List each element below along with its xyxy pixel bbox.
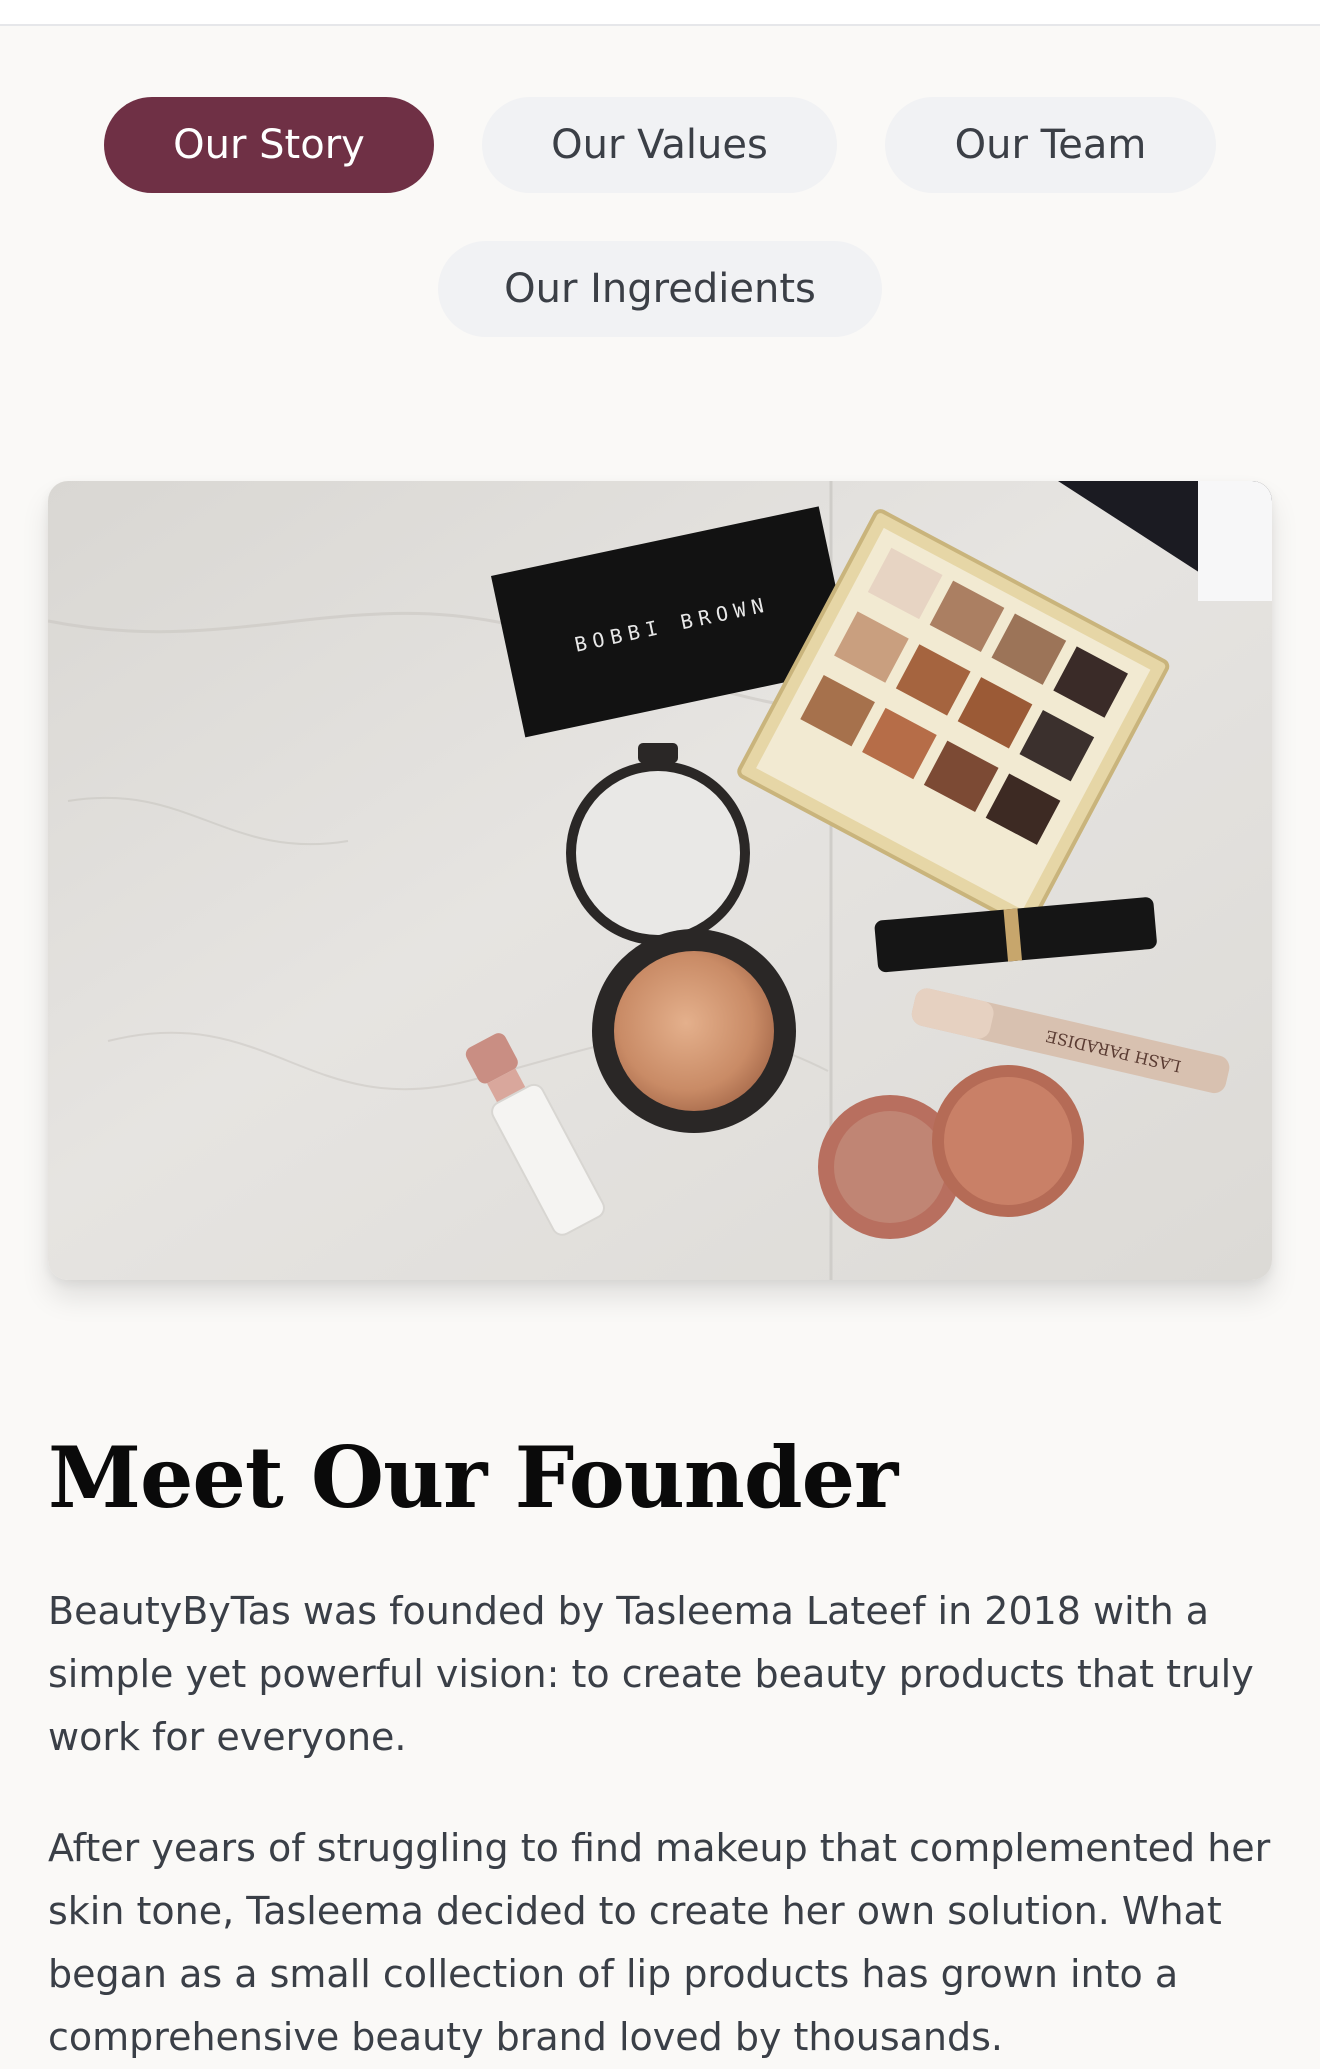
hero-image: BOBBI BROWN LASH PARADISE [48, 481, 1272, 1280]
founder-paragraph-1: BeautyByTas was founded by Tasleema Late… [48, 1589, 1254, 1759]
tab-our-team[interactable]: Our Team [885, 97, 1216, 193]
tab-our-story[interactable]: Our Story [104, 97, 434, 193]
tab-our-ingredients[interactable]: Our Ingredients [438, 241, 882, 337]
makeup-flatlay-illustration: BOBBI BROWN LASH PARADISE [48, 481, 1272, 1280]
tab-our-values[interactable]: Our Values [482, 97, 837, 193]
founder-title: Meet Our Founder [48, 1428, 898, 1527]
founder-paragraph-2: After years of struggling to find makeup… [48, 1826, 1271, 2059]
top-bar [0, 0, 1320, 26]
